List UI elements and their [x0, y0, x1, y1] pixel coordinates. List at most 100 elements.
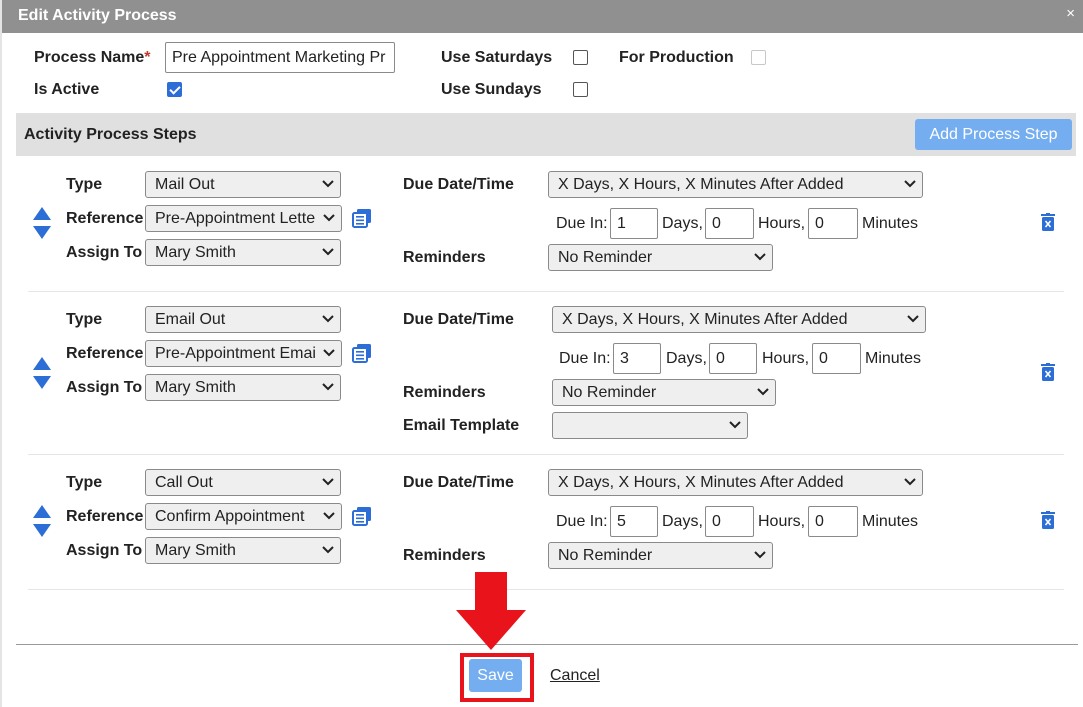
due-minutes-input[interactable]: 0 [812, 343, 861, 374]
chevron-down-icon [907, 315, 919, 323]
due-mode-select[interactable]: X Days, X Hours, X Minutes After Added [552, 306, 926, 333]
delete-step-icon[interactable] [1041, 363, 1055, 381]
due-hours-input[interactable]: 0 [705, 506, 754, 537]
hours-label: Hours, [762, 350, 810, 367]
reference-select[interactable]: Pre-Appointment Emai [145, 340, 342, 367]
due-minutes-input[interactable]: 0 [808, 506, 858, 537]
due-days-input[interactable]: 5 [610, 506, 658, 537]
assign-to-label: Assign To [66, 542, 143, 559]
type-select[interactable]: Email Out [145, 306, 341, 333]
type-select[interactable]: Call Out [145, 469, 341, 496]
email-template-label: Email Template [403, 417, 520, 434]
assign-to-select[interactable]: Mary Smith [145, 537, 341, 564]
use-sundays-label: Use Sundays [441, 81, 542, 98]
move-step-arrows-icon[interactable] [32, 207, 52, 239]
delete-step-icon[interactable] [1041, 511, 1055, 529]
hours-label: Hours, [758, 513, 806, 530]
step-divider [28, 589, 1064, 590]
chevron-down-icon [323, 512, 335, 520]
email-template-select[interactable] [552, 412, 748, 439]
type-select[interactable]: Mail Out [145, 171, 341, 198]
required-mark: * [144, 49, 151, 66]
move-step-arrows-icon[interactable] [32, 505, 52, 537]
use-sundays-checkbox[interactable] [573, 82, 588, 97]
reference-list-icon[interactable] [352, 343, 372, 363]
close-icon[interactable]: × [1066, 6, 1075, 21]
activity-steps-header: Activity Process Steps Add Process Step [16, 113, 1076, 156]
assign-to-select[interactable]: Mary Smith [145, 239, 341, 266]
reminder-select[interactable]: No Reminder [548, 244, 773, 271]
chevron-down-icon [322, 248, 334, 256]
type-label: Type [66, 311, 103, 328]
cancel-link[interactable]: Cancel [550, 667, 600, 685]
red-arrow-down-icon [456, 572, 526, 650]
due-in-label: Due In: [556, 215, 608, 232]
due-datetime-label: Due Date/Time [403, 311, 514, 328]
chevron-down-icon [323, 214, 335, 222]
chevron-down-icon [729, 421, 741, 429]
assign-to-label: Assign To [66, 244, 143, 261]
due-hours-input[interactable]: 0 [709, 343, 757, 374]
due-datetime-label: Due Date/Time [403, 176, 514, 193]
reminder-select[interactable]: No Reminder [548, 542, 773, 569]
chevron-down-icon [322, 478, 334, 486]
chevron-down-icon [323, 349, 335, 357]
due-days-input[interactable]: 1 [610, 208, 658, 239]
reminder-select[interactable]: No Reminder [552, 379, 776, 406]
reference-label: Reference [66, 345, 144, 362]
step-divider [28, 291, 1064, 292]
assign-to-select[interactable]: Mary Smith [145, 374, 341, 401]
chevron-down-icon [904, 478, 916, 486]
activity-steps-title: Activity Process Steps [24, 126, 197, 143]
chevron-down-icon [322, 383, 334, 391]
chevron-down-icon [904, 180, 916, 188]
due-mode-select[interactable]: X Days, X Hours, X Minutes After Added [548, 469, 923, 496]
footer-divider [16, 644, 1078, 645]
assign-to-label: Assign To [66, 379, 143, 396]
days-label: Days, [662, 215, 703, 232]
due-in-label: Due In: [559, 350, 611, 367]
minutes-label: Minutes [865, 350, 922, 367]
days-label: Days, [662, 513, 703, 530]
type-label: Type [66, 176, 103, 193]
hours-label: Hours, [758, 215, 806, 232]
reference-select[interactable]: Confirm Appointment [145, 503, 342, 530]
due-datetime-label: Due Date/Time [403, 474, 514, 491]
for-production-label: For Production [619, 49, 734, 66]
chevron-down-icon [322, 546, 334, 554]
process-name-input[interactable]: Pre Appointment Marketing Pr [165, 42, 395, 73]
chevron-down-icon [754, 253, 766, 261]
chevron-down-icon [322, 180, 334, 188]
minutes-label: Minutes [862, 513, 919, 530]
chevron-down-icon [757, 388, 769, 396]
use-saturdays-label: Use Saturdays [441, 49, 553, 66]
due-in-label: Due In: [556, 513, 608, 530]
for-production-checkbox[interactable] [751, 50, 766, 65]
save-button[interactable]: Save [469, 659, 522, 692]
reference-label: Reference [66, 508, 144, 525]
reference-list-icon[interactable] [352, 506, 372, 526]
move-step-arrows-icon[interactable] [32, 357, 52, 389]
reference-list-icon[interactable] [352, 208, 372, 228]
chevron-down-icon [322, 315, 334, 323]
due-days-input[interactable]: 3 [613, 343, 661, 374]
type-label: Type [66, 474, 103, 491]
due-hours-input[interactable]: 0 [705, 208, 754, 239]
is-active-checkbox[interactable] [167, 82, 182, 97]
use-saturdays-checkbox[interactable] [573, 50, 588, 65]
delete-step-icon[interactable] [1041, 213, 1055, 231]
reference-select[interactable]: Pre-Appointment Lette [145, 205, 342, 232]
dialog-titlebar: Edit Activity Process × [2, 0, 1083, 33]
dialog-title: Edit Activity Process [18, 7, 177, 24]
reminders-label: Reminders [403, 384, 486, 401]
due-minutes-input[interactable]: 0 [808, 208, 858, 239]
reminders-label: Reminders [403, 547, 486, 564]
process-name-label: Process Name* [34, 49, 151, 66]
minutes-label: Minutes [862, 215, 919, 232]
reminders-label: Reminders [403, 249, 486, 266]
days-label: Days, [666, 350, 707, 367]
due-mode-select[interactable]: X Days, X Hours, X Minutes After Added [548, 171, 923, 198]
is-active-label: Is Active [34, 81, 100, 98]
reference-label: Reference [66, 210, 144, 227]
add-process-step-button[interactable]: Add Process Step [915, 119, 1072, 150]
